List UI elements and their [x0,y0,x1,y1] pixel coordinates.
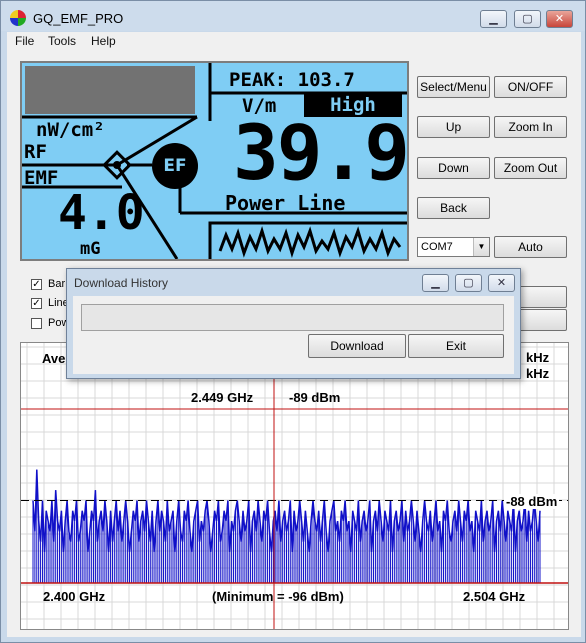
main-reading: 39.9 [233,108,410,197]
khz-label-1: kHz [526,350,550,365]
title-bar[interactable]: GQ_EMF_PRO ▁ ▢ ✕ [1,1,585,31]
exit-button[interactable]: Exit [408,334,504,358]
emf-label: EMF [24,167,59,189]
dialog-title: Download History [74,276,169,290]
download-history-dialog: Download History ▁ ▢ ✕ Download Exit [66,268,521,379]
download-button[interactable]: Download [308,334,406,358]
line-checkbox[interactable]: ✓ [31,298,42,309]
select-menu-button[interactable]: Select/Menu [417,76,490,98]
zoom-out-button[interactable]: Zoom Out [494,157,567,179]
source-label: Power Line [225,191,346,215]
maximize-button[interactable]: ▢ [514,10,541,28]
x-axis-start: 2.400 GHz [43,589,106,604]
emf-reading: 4.0 [58,185,145,241]
power-checkbox[interactable] [31,318,42,329]
dialog-body: Download Exit [73,296,514,374]
spectrum-graph[interactable]: Ave kHz kHz 2.449 GHz -89 dBm -88 dBm 2.… [20,342,569,630]
close-button[interactable]: ✕ [546,10,573,28]
com-port-value: COM7 [421,241,453,253]
peak-readout: PEAK: 103.7 [229,69,355,91]
rf-label: RF [24,141,47,163]
khz-label-2: kHz [526,366,550,381]
cursor-level: -89 dBm [289,390,341,405]
auto-button[interactable]: Auto [494,236,567,258]
dialog-maximize-button[interactable]: ▢ [455,274,482,292]
menu-bar: File Tools Help [7,32,581,51]
app-logo-icon [10,10,26,26]
menu-file[interactable]: File [15,34,34,48]
on-off-button[interactable]: ON/OFF [494,76,567,98]
lcd-display: PEAK: 103.7 V/m High 39.9 Power Line nW/… [20,61,410,261]
menu-help[interactable]: Help [91,34,116,48]
dialog-close-button[interactable]: ✕ [488,274,515,292]
spectrum-plot [21,343,568,629]
chevron-down-icon[interactable]: ▼ [473,238,489,256]
x-axis-end: 2.504 GHz [463,589,526,604]
minimize-button[interactable]: ▁ [480,10,507,28]
ef-badge: EF [152,143,198,189]
minimum-readout: (Minimum = -96 dBm) [212,589,344,604]
cursor-frequency: 2.449 GHz [191,390,254,405]
zoom-in-button[interactable]: Zoom In [494,116,567,138]
download-progress-bar [81,304,504,331]
up-button[interactable]: Up [417,116,490,138]
com-port-select[interactable]: COM7 ▼ [417,237,490,257]
dialog-minimize-button[interactable]: ▁ [422,274,449,292]
down-button[interactable]: Down [417,157,490,179]
app-window: GQ_EMF_PRO ▁ ▢ ✕ File Tools Help PEAK: 1… [0,0,586,643]
bar-checkbox[interactable]: ✓ [31,279,42,290]
menu-tools[interactable]: Tools [48,34,76,48]
average-level: -88 dBm [504,494,560,509]
bar-checkbox-label: Bar [48,278,66,290]
window-title: GQ_EMF_PRO [33,11,124,26]
rf-unit-label: nW/cm² [36,119,105,141]
emf-unit-label: mG [80,239,101,259]
back-button[interactable]: Back [417,197,490,219]
average-label: Ave [42,351,66,366]
